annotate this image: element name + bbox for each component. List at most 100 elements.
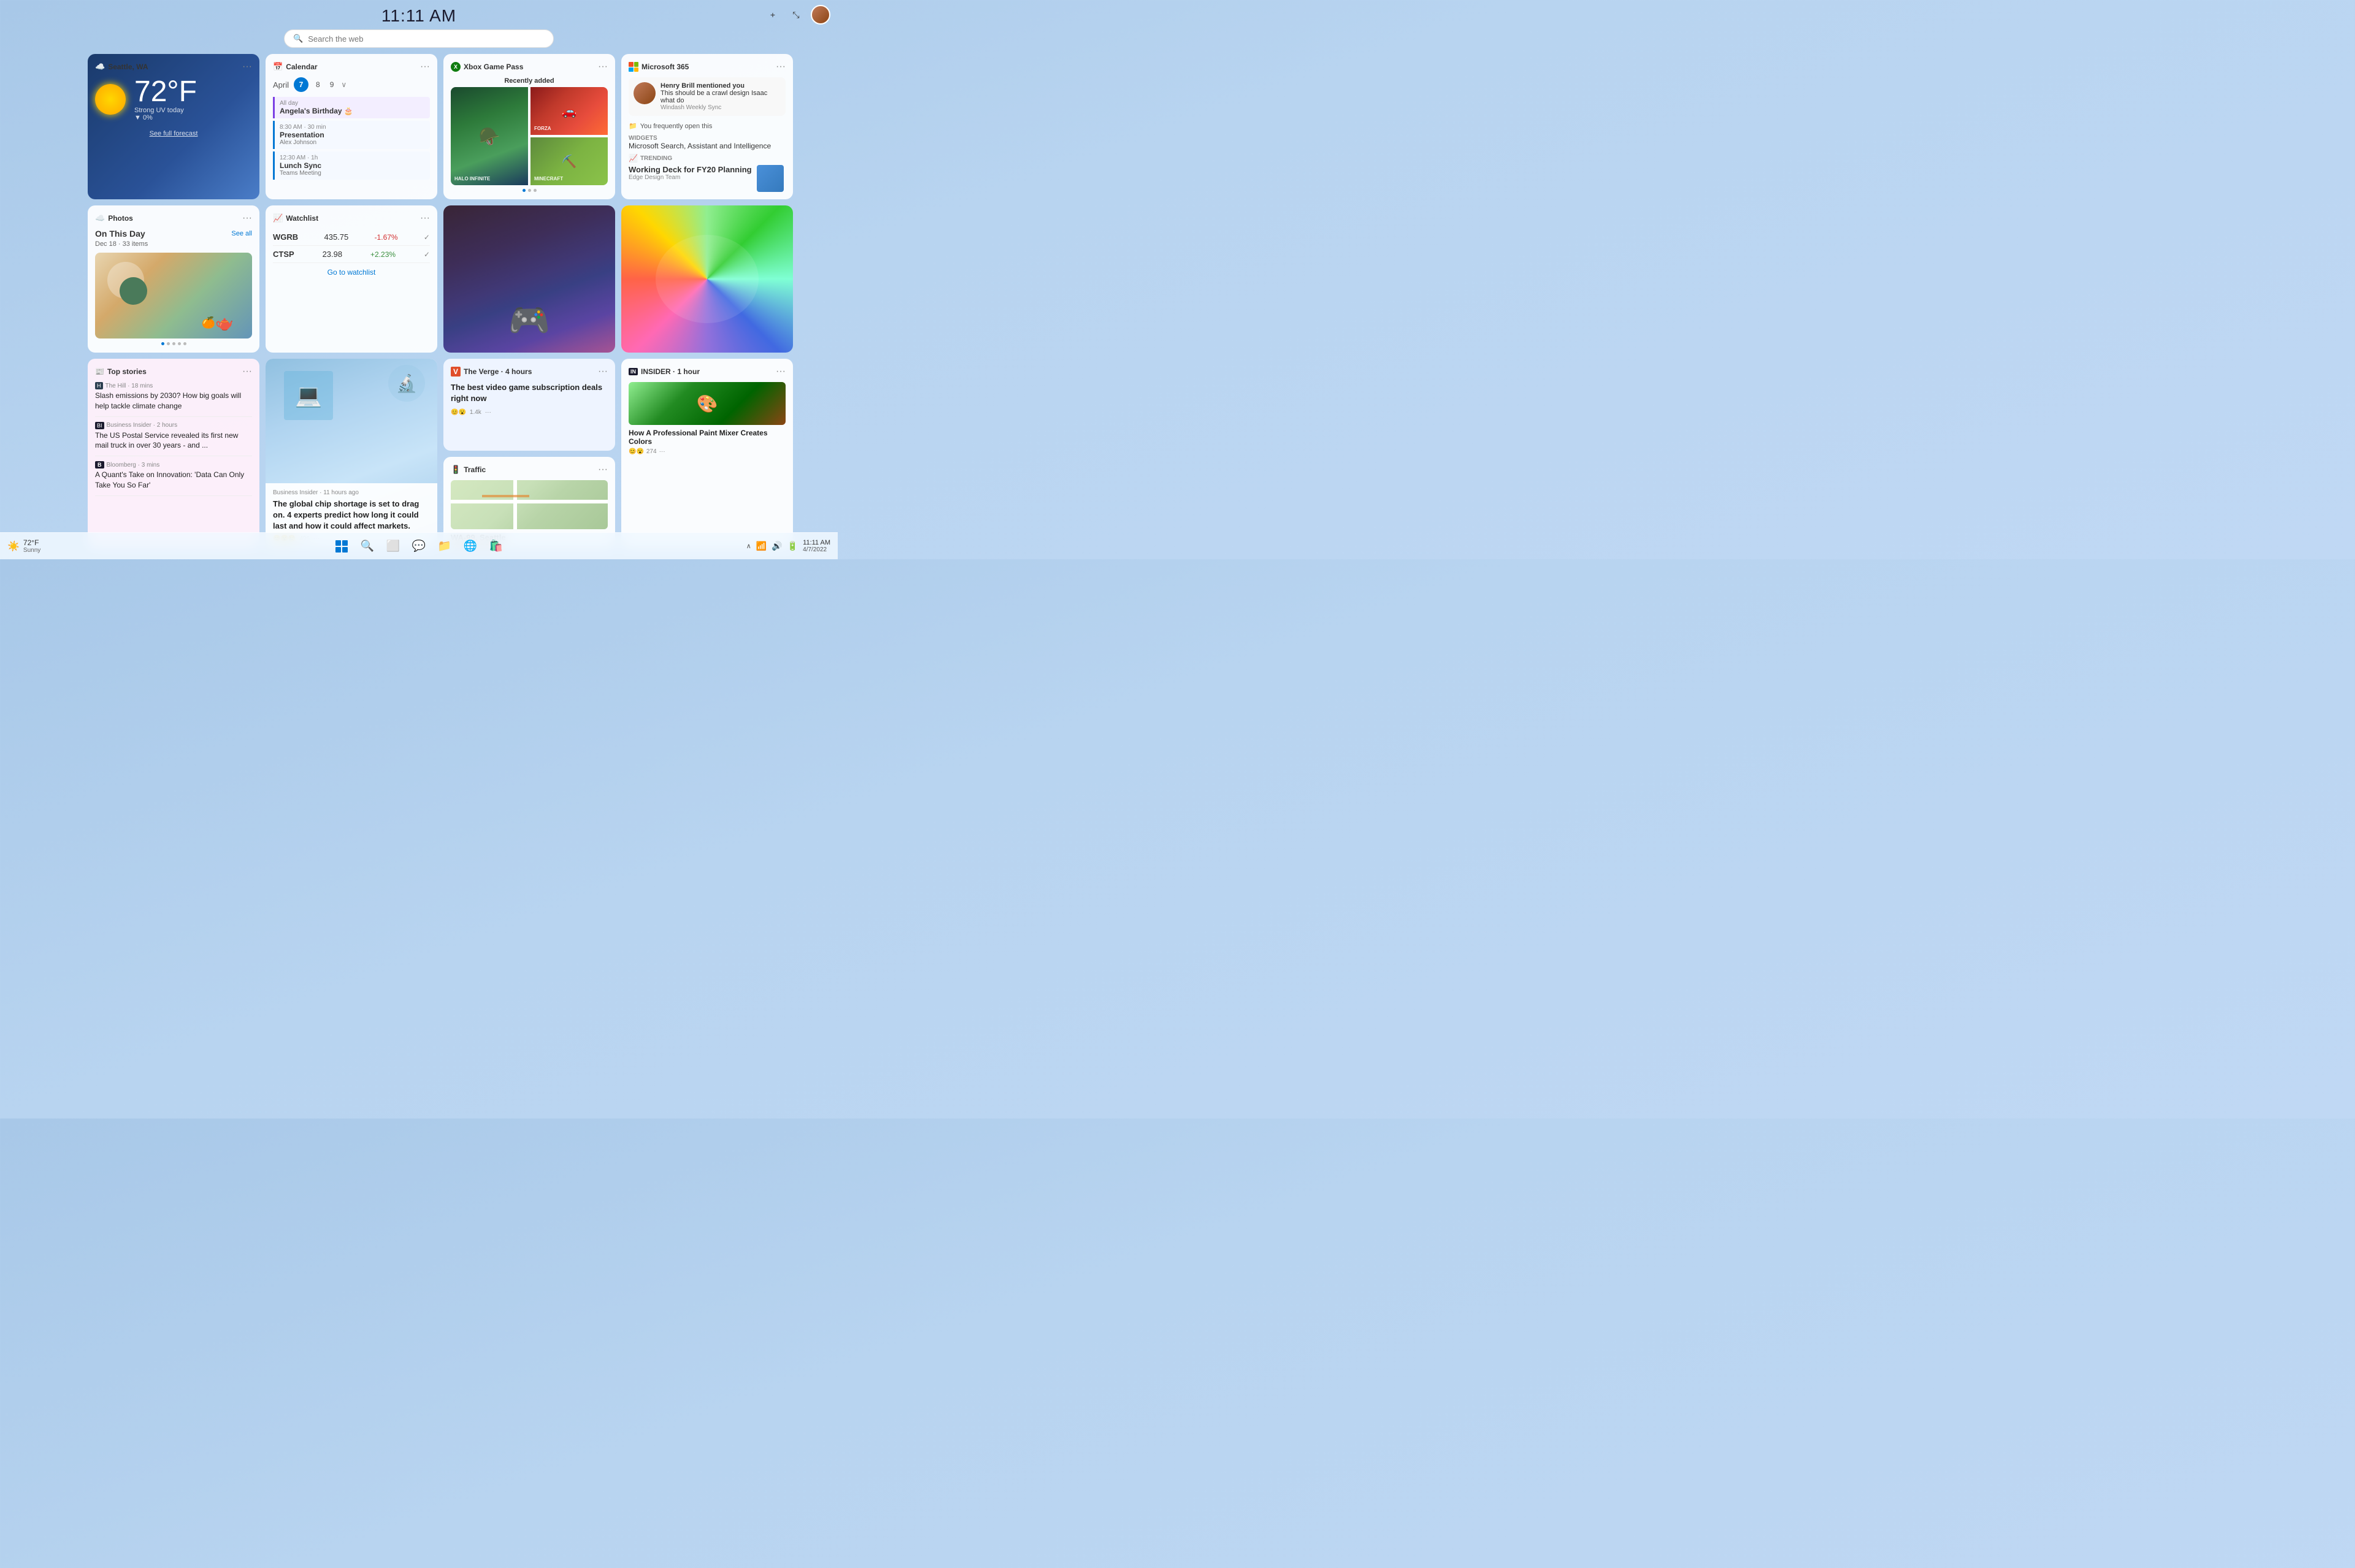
photos-see-all[interactable]: See all: [231, 230, 252, 237]
taskbar-chevron-icon[interactable]: ∧: [746, 542, 751, 550]
taskbar-search-button[interactable]: 🔍: [360, 539, 375, 554]
taskbar-teams-button[interactable]: 💬: [412, 539, 426, 554]
taskbar: ☀️ 72°F Sunny 🔍 ⬜ 💬 📁: [0, 532, 838, 559]
insider-widget-top[interactable]: IN INSIDER · 1 hour ··· 🎨 How A Professi…: [621, 359, 793, 548]
stories-title: 📰 Top stories: [95, 367, 147, 376]
photos-title-row: On This Day See all: [95, 229, 252, 239]
xbox-widget: X Xbox Game Pass ··· Recently added 🪖 HA…: [443, 54, 615, 199]
calendar-event-lunch[interactable]: 12:30 AM · 1h Lunch Sync Teams Meeting: [273, 151, 430, 180]
news-big-widget[interactable]: 💻 🔬 Business Insider · 11 hours ago The …: [266, 359, 437, 548]
m365-trending-section: 📈 Trending Working Deck for FY20 Plannin…: [629, 154, 786, 192]
calendar-expand[interactable]: ∨: [341, 80, 347, 89]
insider-menu[interactable]: ···: [776, 366, 786, 377]
m365-notification[interactable]: Henry Brill mentioned you This should be…: [629, 77, 786, 116]
photos-menu[interactable]: ···: [242, 213, 252, 224]
weather-see-full[interactable]: See full forecast: [95, 128, 252, 139]
m365-header: Microsoft 365 ···: [629, 61, 786, 72]
calendar-day-9[interactable]: 9: [327, 79, 337, 90]
weather-menu[interactable]: ···: [242, 61, 252, 72]
taskbar-windows-button[interactable]: [334, 539, 349, 554]
trending-thumbnail: [757, 165, 784, 192]
xbox-game-halo[interactable]: 🪖 HALO INFINITE: [451, 87, 528, 185]
story-3[interactable]: B Bloomberg · 3 mins A Quant's Take on I…: [95, 461, 252, 496]
insider-image: 🎨: [629, 382, 786, 425]
m365-icon: [629, 62, 638, 72]
stories-menu[interactable]: ···: [242, 366, 252, 377]
xbox-header: X Xbox Game Pass ···: [451, 61, 608, 72]
weather-widget: ☁️ Seattle, WA ··· 72°F Strong UV today …: [88, 54, 259, 199]
insider-top-header: IN INSIDER · 1 hour ···: [629, 366, 786, 377]
taskbar-teams-icon: 💬: [412, 540, 426, 553]
xbox-game-forza[interactable]: 🚗 FORZA: [530, 87, 608, 135]
calendar-event-birthday[interactable]: All day Angela's Birthday 🎂: [273, 97, 430, 118]
insider-reactions: 😊😮 274 ···: [629, 448, 786, 455]
xbox-game-minecraft[interactable]: ⛏️ MINECRAFT: [530, 137, 608, 185]
traffic-map[interactable]: [451, 480, 608, 529]
map-road-vertical: [513, 480, 517, 529]
chip-image-2: 🔬: [388, 365, 425, 402]
story-1[interactable]: H The Hill · 18 mins Slash emissions by …: [95, 382, 252, 417]
weather-header: ☁️ Seattle, WA ···: [95, 61, 252, 72]
taskbar-explorer-button[interactable]: 📁: [437, 539, 452, 554]
col4-row3: IN INSIDER · 1 hour ··· 🎨 How A Professi…: [621, 359, 793, 548]
go-to-watchlist-button[interactable]: Go to watchlist: [273, 268, 430, 277]
xbox-icon: X: [451, 62, 461, 72]
taskbar-weather[interactable]: ☀️ 72°F Sunny: [7, 538, 40, 554]
weather-body: 72°F Strong UV today ▼ 0%: [95, 77, 252, 121]
calendar-title: 📅 Calendar: [273, 62, 318, 72]
verge-menu[interactable]: ···: [598, 366, 608, 377]
m365-notification-text: Henry Brill mentioned you This should be…: [661, 82, 781, 111]
trending-item[interactable]: Working Deck for FY20 Planning Edge Desi…: [629, 165, 786, 192]
calendar-event-presentation[interactable]: 8:30 AM · 30 min Presentation Alex Johns…: [273, 121, 430, 149]
user-avatar[interactable]: [811, 5, 830, 25]
calendar-menu[interactable]: ···: [420, 61, 430, 72]
taskbar-sound-icon[interactable]: 🔊: [772, 541, 782, 551]
stock-ctsp-checkmark: ✓: [424, 250, 430, 259]
stock-ctsp[interactable]: CTSP 23.98 +2.23% ✓: [273, 246, 430, 263]
taskbar-taskview-button[interactable]: ⬜: [386, 539, 400, 554]
photos-image-area[interactable]: 🫖 🍊: [95, 253, 252, 338]
traffic-menu[interactable]: ···: [598, 464, 608, 475]
verge-menu-inline[interactable]: ···: [485, 409, 491, 416]
news-big-headline: The global chip shortage is set to drag …: [273, 499, 430, 532]
m365-user-avatar: [634, 82, 656, 104]
watchlist-widget: 📈 Watchlist ··· WGRB 435.75 -1.67% ✓ CTS…: [266, 205, 437, 353]
insider-menu-inline[interactable]: ···: [659, 448, 665, 455]
calendar-month: April: [273, 80, 289, 90]
calendar-day-8[interactable]: 8: [313, 79, 323, 90]
taskbar-store-button[interactable]: 🛍️: [489, 539, 504, 554]
add-button[interactable]: +: [764, 6, 781, 23]
m365-widgets-section: Widgets Microsoft Search, Assistant and …: [629, 135, 786, 150]
insider-reactions-icon: 😊😮: [629, 448, 644, 455]
on-this-day-label: On This Day: [95, 229, 145, 239]
taskbar-left: ☀️ 72°F Sunny: [7, 538, 40, 554]
sun-icon: [95, 84, 126, 115]
taskbar-edge-button[interactable]: 🌐: [463, 539, 478, 554]
traffic-header: 🚦 Traffic ···: [451, 464, 608, 475]
stock-wgrb[interactable]: WGRB 435.75 -1.67% ✓: [273, 229, 430, 246]
bloomberg-icon: B: [95, 461, 104, 468]
col3-row3: V The Verge · 4 hours ··· The best video…: [443, 359, 615, 548]
expand-button[interactable]: ⤡: [787, 6, 805, 23]
watchlist-menu[interactable]: ···: [420, 213, 430, 224]
verge-header: V The Verge · 4 hours ···: [451, 366, 608, 377]
weather-rain: ▼ 0%: [134, 114, 197, 121]
map-traffic-indicator: [482, 495, 529, 497]
taskbar-right: ∧ 📶 🔊 🔋 11:11 AM 4/7/2022: [746, 539, 830, 553]
taskbar-battery-icon[interactable]: 🔋: [787, 541, 798, 551]
news-big-source: Business Insider · 11 hours ago: [273, 489, 430, 496]
taskbar-wifi-icon[interactable]: 📶: [756, 541, 767, 551]
calendar-day-7[interactable]: 7: [294, 77, 308, 92]
swirl-widget[interactable]: [621, 205, 793, 353]
xbox-menu[interactable]: ···: [598, 61, 608, 72]
search-input[interactable]: [308, 34, 545, 44]
taskbar-clock[interactable]: 11:11 AM 4/7/2022: [803, 539, 830, 553]
the-hill-icon: H: [95, 382, 103, 389]
top-right-controls: + ⤡: [764, 5, 830, 25]
story-2[interactable]: BI Business Insider · 2 hours The US Pos…: [95, 422, 252, 457]
traffic-title: 🚦 Traffic: [451, 465, 486, 475]
calendar-widget: 📅 Calendar ··· April 7 8 9 ∨ All day Ang…: [266, 54, 437, 199]
gaming-widget[interactable]: 🎮: [443, 205, 615, 353]
bi-icon: BI: [95, 422, 104, 429]
m365-menu[interactable]: ···: [776, 61, 786, 72]
